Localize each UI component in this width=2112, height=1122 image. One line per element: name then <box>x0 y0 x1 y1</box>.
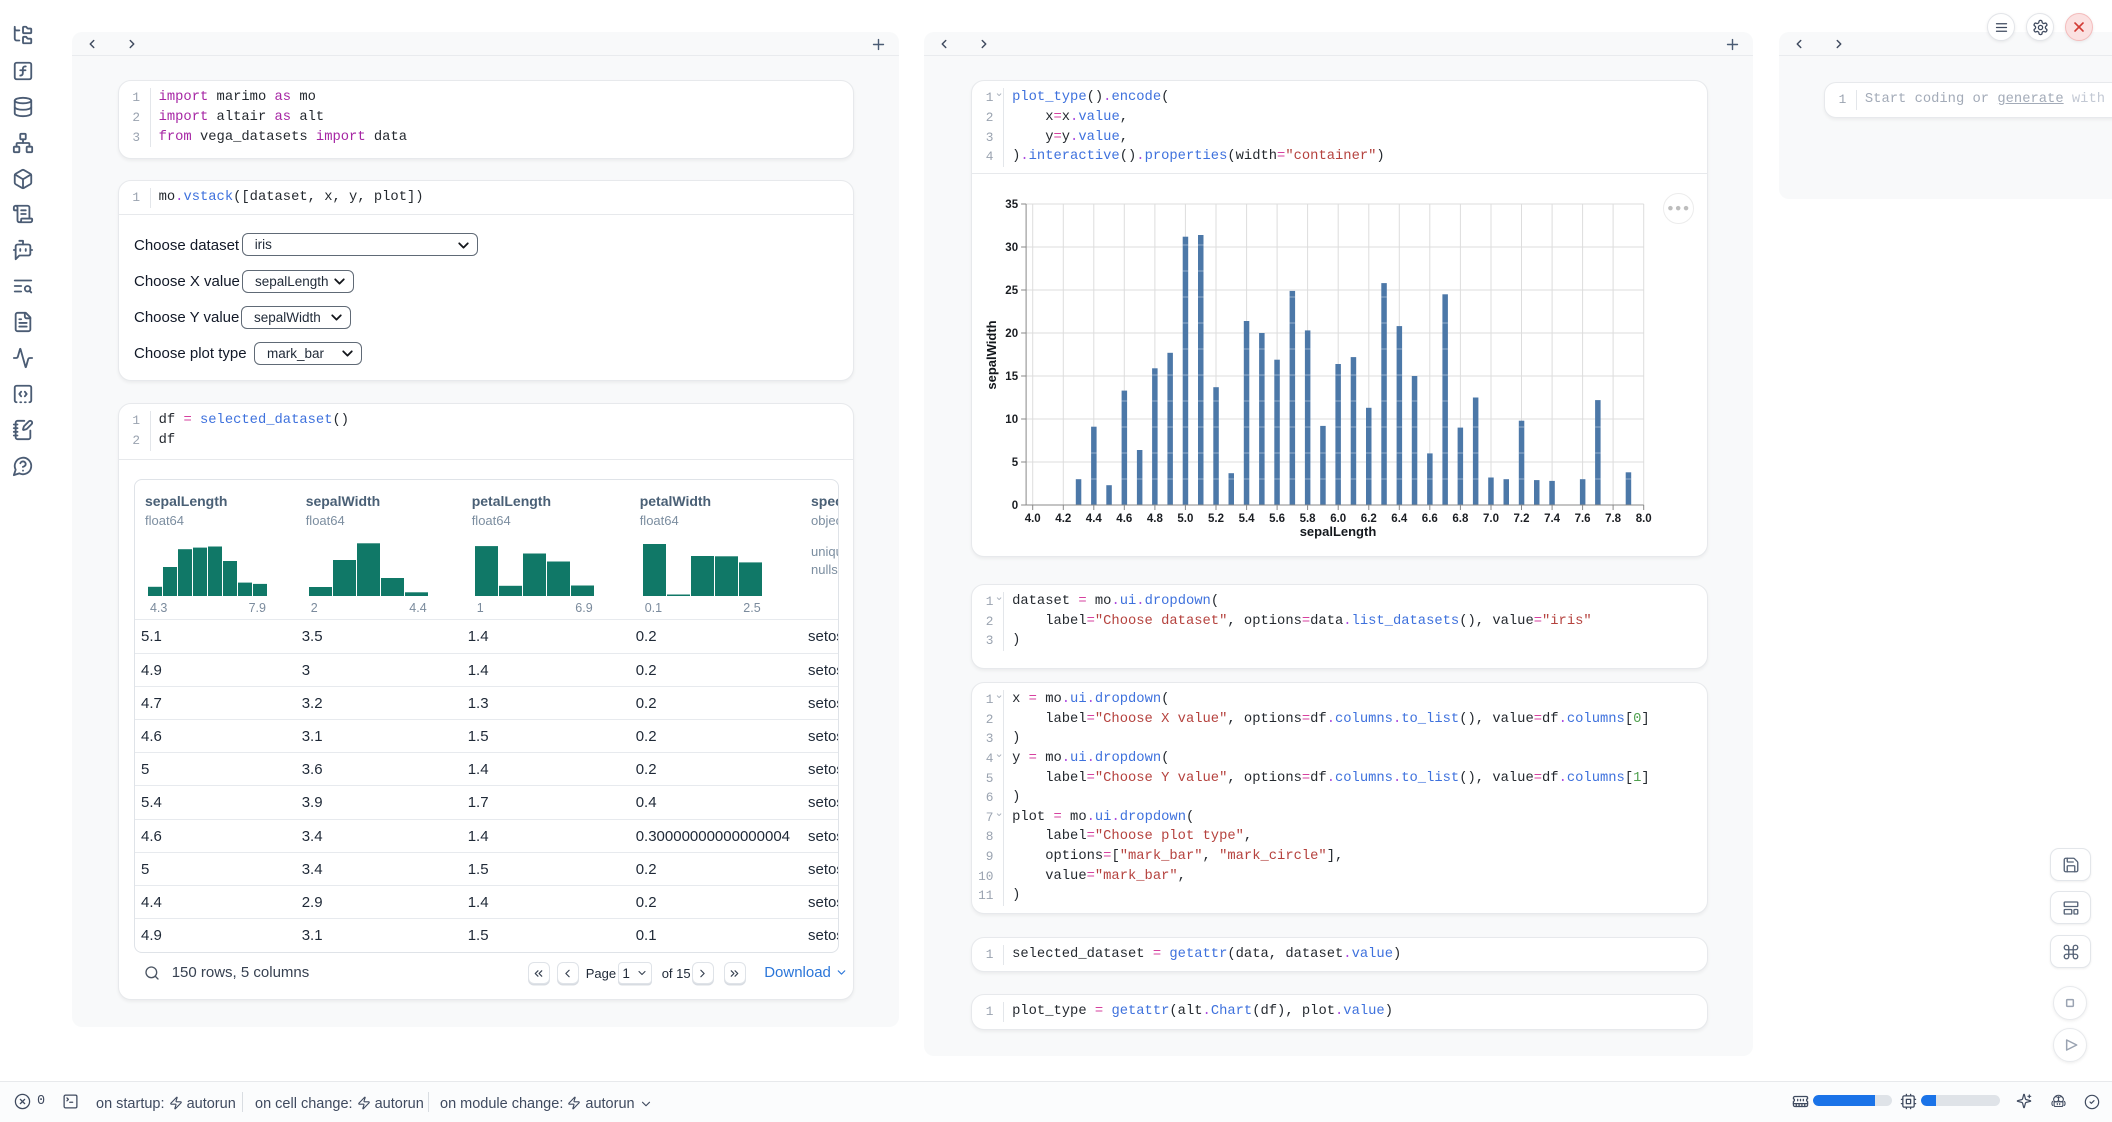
svg-text:5.6: 5.6 <box>1270 513 1286 525</box>
svg-text:7.4: 7.4 <box>1545 513 1562 525</box>
svg-text:4.2: 4.2 <box>1056 513 1072 525</box>
svg-text:7.2: 7.2 <box>1514 513 1530 525</box>
svg-text:5.0: 5.0 <box>1178 513 1194 525</box>
svg-text:6.6: 6.6 <box>1422 513 1438 525</box>
svg-text:6.4: 6.4 <box>1392 513 1409 525</box>
svg-text:4.4: 4.4 <box>1086 513 1103 525</box>
svg-text:25: 25 <box>1006 285 1019 297</box>
svg-text:5.2: 5.2 <box>1208 513 1224 525</box>
svg-text:30: 30 <box>1006 242 1019 254</box>
svg-text:0: 0 <box>1012 500 1018 512</box>
svg-text:7.6: 7.6 <box>1575 513 1591 525</box>
svg-text:sepalLength: sepalLength <box>1300 524 1377 539</box>
svg-text:7.8: 7.8 <box>1606 513 1623 525</box>
svg-text:4.8: 4.8 <box>1147 513 1164 525</box>
svg-text:5.4: 5.4 <box>1239 513 1256 525</box>
svg-text:15: 15 <box>1006 371 1019 383</box>
svg-text:4.6: 4.6 <box>1117 513 1133 525</box>
svg-text:35: 35 <box>1006 199 1019 211</box>
svg-text:20: 20 <box>1006 328 1019 340</box>
svg-text:7.0: 7.0 <box>1483 513 1499 525</box>
svg-text:10: 10 <box>1006 414 1019 426</box>
svg-text:sepalWidth: sepalWidth <box>984 320 999 389</box>
svg-text:6.8: 6.8 <box>1453 513 1470 525</box>
svg-text:8.0: 8.0 <box>1636 513 1652 525</box>
svg-text:4.0: 4.0 <box>1025 513 1041 525</box>
svg-text:5: 5 <box>1012 457 1019 469</box>
